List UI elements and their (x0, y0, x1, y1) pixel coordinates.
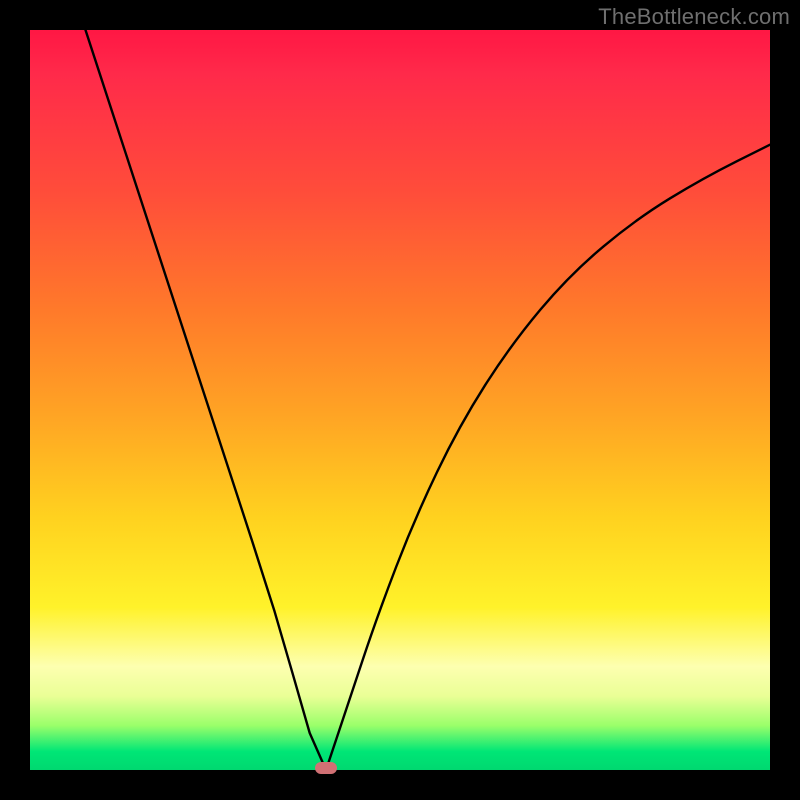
curve-path (86, 30, 771, 770)
watermark-text: TheBottleneck.com (598, 4, 790, 30)
chart-frame: TheBottleneck.com (0, 0, 800, 800)
optimum-marker (315, 762, 337, 774)
plot-area (30, 30, 770, 770)
bottleneck-curve (30, 30, 770, 770)
